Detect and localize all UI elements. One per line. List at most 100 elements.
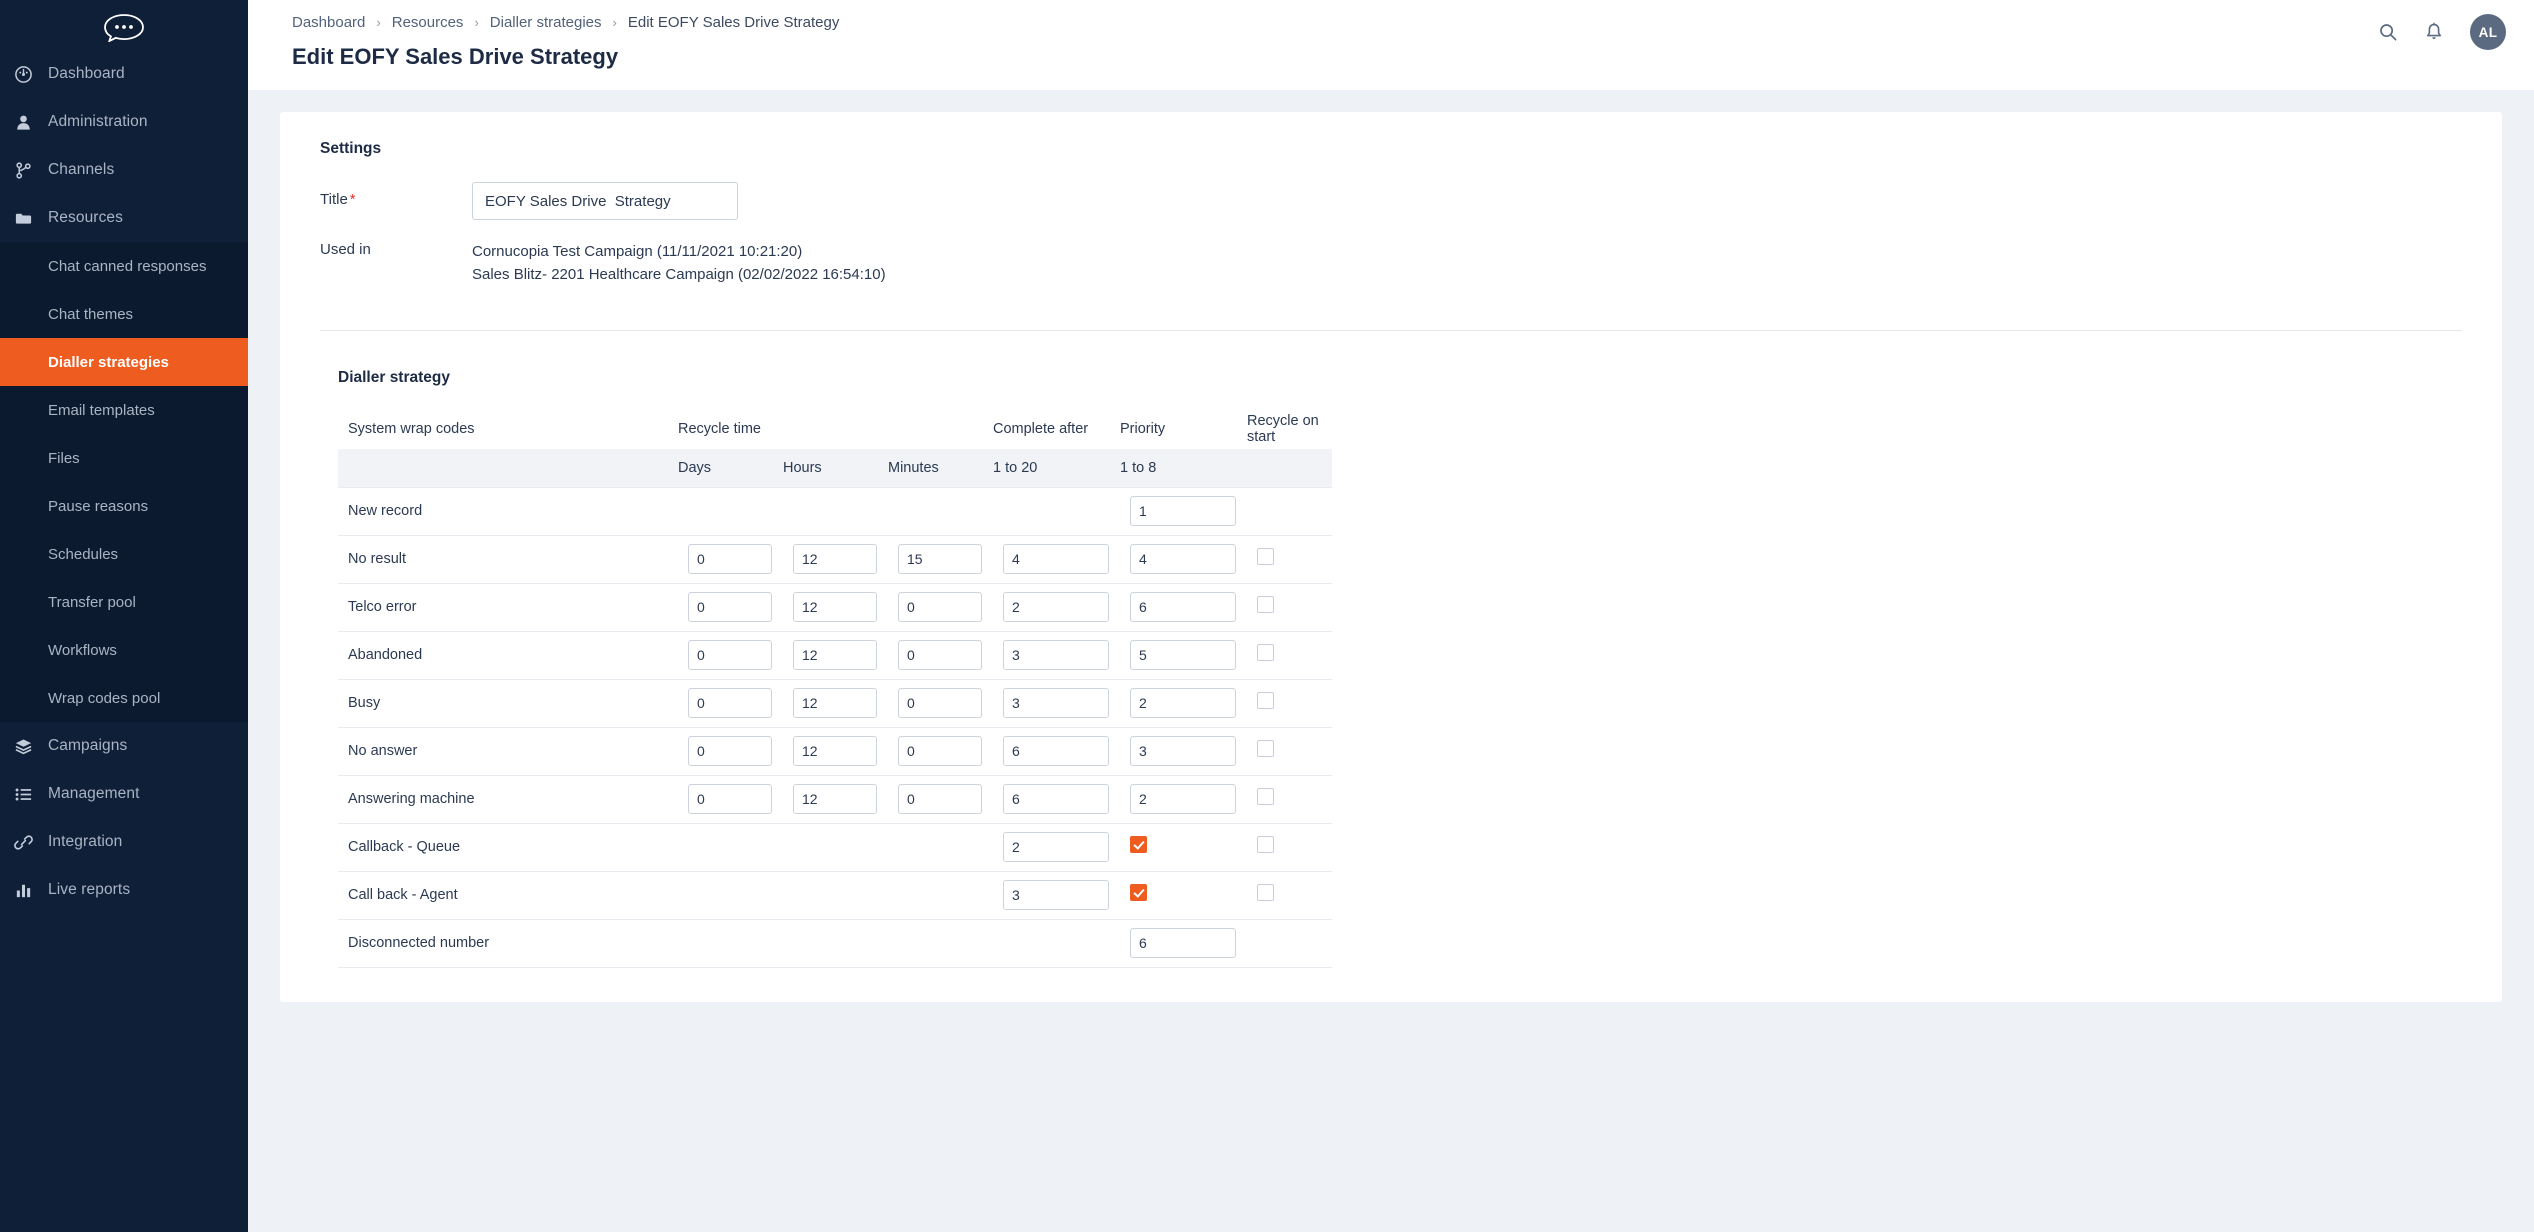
complete-after-input[interactable] (1003, 544, 1109, 574)
complete-after-input[interactable] (1003, 832, 1109, 862)
table-row: Busy (338, 679, 1332, 728)
bell-icon[interactable] (2424, 22, 2444, 42)
breadcrumb-item-dashboard[interactable]: Dashboard (292, 14, 365, 31)
sidebar-item-live-reports[interactable]: Live reports (0, 866, 248, 914)
days-input[interactable] (688, 736, 772, 766)
minutes-input[interactable] (898, 688, 982, 718)
app-logo[interactable] (0, 0, 248, 50)
sidebar-item-transfer-pool[interactable]: Transfer pool (0, 578, 248, 626)
complete-after-input[interactable] (1003, 592, 1109, 622)
cell-days (678, 631, 783, 680)
sidebar-item-resources[interactable]: Resources (0, 194, 248, 242)
subheader-hours: Hours (783, 459, 822, 476)
cell-hours (783, 535, 888, 584)
sidebar-item-dashboard[interactable]: Dashboard (0, 50, 248, 98)
cell-hours (783, 775, 888, 824)
sidebar-item-dialler-strategies[interactable]: Dialler strategies (0, 338, 248, 386)
table-row: Callback - Queue (338, 823, 1332, 872)
breadcrumb-item-resources[interactable]: Resources (392, 14, 464, 31)
sidebar-item-email-templates[interactable]: Email templates (0, 386, 248, 434)
sidebar-item-workflows[interactable]: Workflows (0, 626, 248, 674)
recycle-on-start-checkbox[interactable] (1257, 884, 1274, 901)
recycle-on-start-checkbox[interactable] (1257, 788, 1274, 805)
hours-input[interactable] (793, 784, 877, 814)
breadcrumb-item-current: Edit EOFY Sales Drive Strategy (627, 13, 840, 31)
sidebar-item-channels[interactable]: Channels (0, 146, 248, 194)
minutes-input[interactable] (898, 736, 982, 766)
avatar[interactable]: AL (2470, 14, 2506, 50)
cell-minutes (888, 535, 993, 584)
days-input[interactable] (688, 784, 772, 814)
priority-input[interactable] (1130, 688, 1236, 718)
complete-after-input[interactable] (1003, 640, 1109, 670)
recycle-on-start-checkbox[interactable] (1257, 548, 1274, 565)
complete-after-input[interactable] (1003, 736, 1109, 766)
recycle-on-start-checkbox[interactable] (1257, 836, 1274, 853)
recycle-on-start-checkbox[interactable] (1257, 692, 1274, 709)
complete-after-input[interactable] (1003, 688, 1109, 718)
hours-input[interactable] (793, 544, 877, 574)
sidebar-item-management[interactable]: Management (0, 770, 248, 818)
sidebar-item-label: Dashboard (48, 65, 125, 82)
sidebar-item-schedules[interactable]: Schedules (0, 530, 248, 578)
minutes-input[interactable] (898, 784, 982, 814)
hours-input[interactable] (793, 688, 877, 718)
cell-hours (783, 583, 888, 632)
sidebar: Dashboard Administration Channels Resour… (0, 0, 248, 1232)
sidebar-item-files[interactable]: Files (0, 434, 248, 482)
hours-input[interactable] (793, 640, 877, 670)
priority-input[interactable] (1130, 640, 1236, 670)
priority-input[interactable] (1130, 496, 1236, 526)
days-input[interactable] (688, 592, 772, 622)
recycle-on-start-checkbox[interactable] (1257, 740, 1274, 757)
sidebar-item-administration[interactable]: Administration (0, 98, 248, 146)
sidebar-item-campaigns[interactable]: Campaigns (0, 722, 248, 770)
title-input[interactable] (472, 182, 738, 220)
priority-input[interactable] (1130, 928, 1236, 958)
hours-input[interactable] (793, 736, 877, 766)
cell-recycle-on-start (1247, 871, 1332, 920)
sidebar-item-wrap-codes-pool[interactable]: Wrap codes pool (0, 674, 248, 722)
minutes-input[interactable] (898, 544, 982, 574)
priority-input[interactable] (1130, 736, 1236, 766)
row-label: Telco error (338, 583, 678, 632)
settings-section-title: Settings (320, 140, 382, 157)
days-input[interactable] (688, 640, 772, 670)
cell-recycle-on-start (1247, 727, 1332, 776)
cell-complete-after (993, 631, 1120, 680)
days-input[interactable] (688, 544, 772, 574)
row-label: No result (338, 535, 678, 584)
priority-input[interactable] (1130, 784, 1236, 814)
cell-hours (783, 679, 888, 728)
hours-input[interactable] (793, 592, 877, 622)
recycle-on-start-checkbox[interactable] (1257, 644, 1274, 661)
cell-hours (783, 727, 888, 776)
cell-minutes (888, 583, 993, 632)
cell-recycle-on-start (1247, 679, 1332, 728)
cell-priority (1120, 871, 1247, 920)
priority-input[interactable] (1130, 592, 1236, 622)
used-in-row: Used in Cornucopia Test Campaign (11/11/… (320, 232, 2462, 286)
cell-priority (1120, 535, 1247, 584)
topbar-right: AL (2378, 0, 2506, 50)
days-input[interactable] (688, 688, 772, 718)
table-row: New record (338, 486, 1332, 536)
priority-checkbox[interactable] (1130, 836, 1147, 853)
priority-checkbox[interactable] (1130, 884, 1147, 901)
cell-priority (1120, 631, 1247, 680)
search-icon[interactable] (2378, 22, 2398, 42)
breadcrumb-item-dialler-strategies[interactable]: Dialler strategies (490, 14, 602, 31)
minutes-input[interactable] (898, 640, 982, 670)
minutes-input[interactable] (898, 592, 982, 622)
complete-after-input[interactable] (1003, 880, 1109, 910)
sidebar-item-chat-canned-responses[interactable]: Chat canned responses (0, 242, 248, 290)
topbar: Dashboard › Resources › Dialler strategi… (248, 0, 2534, 90)
sidebar-item-pause-reasons[interactable]: Pause reasons (0, 482, 248, 530)
recycle-on-start-checkbox[interactable] (1257, 596, 1274, 613)
sidebar-item-label: Campaigns (48, 737, 128, 754)
sidebar-item-chat-themes[interactable]: Chat themes (0, 290, 248, 338)
priority-input[interactable] (1130, 544, 1236, 574)
cell-days (678, 583, 783, 632)
complete-after-input[interactable] (1003, 784, 1109, 814)
sidebar-item-integration[interactable]: Integration (0, 818, 248, 866)
